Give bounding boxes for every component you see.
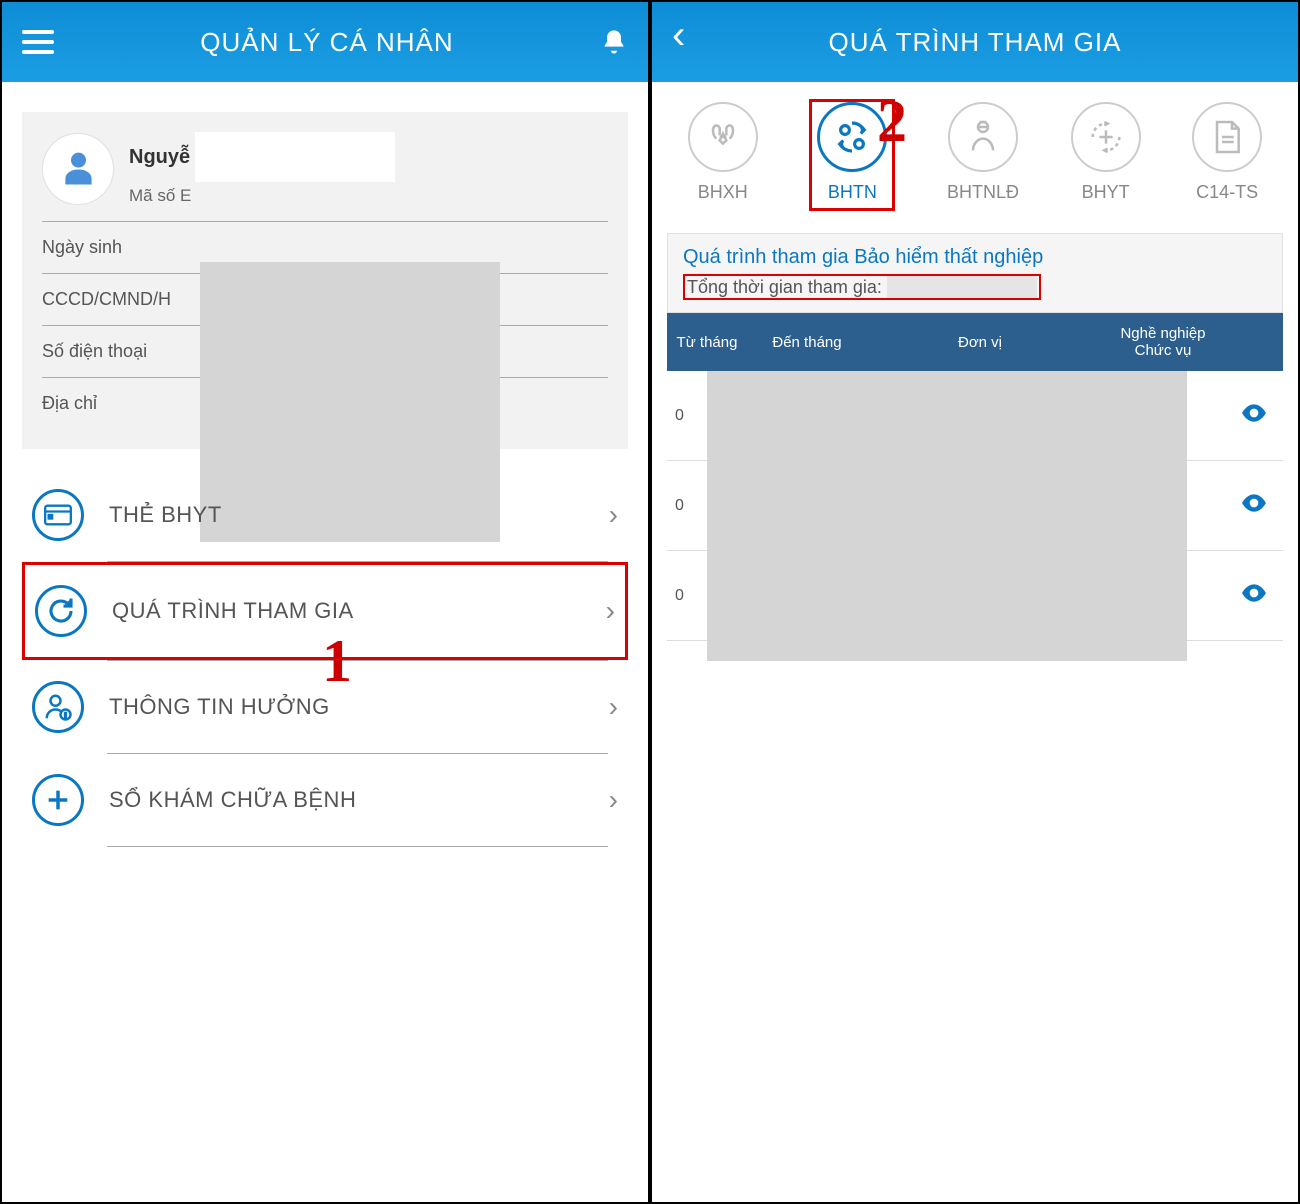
menu-icon[interactable] [22, 30, 54, 54]
redacted-area [887, 276, 1037, 298]
header: QUẢN LÝ CÁ NHÂN [2, 2, 648, 82]
section-subtitle: Tổng thời gian tham gia: [683, 274, 1041, 300]
screen-participation-history: ‹ QUÁ TRÌNH THAM GIA 2 BHXH [650, 0, 1300, 1204]
tab-bhyt[interactable]: BHYT [1071, 102, 1141, 208]
redacted-area [707, 371, 1187, 661]
tab-bhxh[interactable]: BHXH [688, 102, 758, 208]
tabs: BHXH BHTN BHTNLĐ [652, 82, 1298, 223]
table-header: Từ tháng Đến tháng Đơn vị Nghề nghiệp Ch… [667, 313, 1283, 371]
hands-icon [688, 102, 758, 172]
refresh-icon [35, 585, 87, 637]
menu-item-participation[interactable]: QUÁ TRÌNH THAM GIA › [22, 562, 628, 660]
chevron-right-icon: › [609, 499, 618, 531]
plus-icon [32, 774, 84, 826]
chevron-right-icon: › [609, 691, 618, 723]
back-icon[interactable]: ‹ [672, 25, 692, 60]
menu-list: THẺ BHYT › QUÁ TRÌNH THAM GIA › [2, 469, 648, 847]
participation-table: Từ tháng Đến tháng Đơn vị Nghề nghiệp Ch… [667, 313, 1283, 641]
annotation-number: 2 [877, 87, 907, 156]
header: ‹ QUÁ TRÌNH THAM GIA [652, 2, 1298, 82]
eye-icon[interactable] [1233, 396, 1283, 435]
chevron-right-icon: › [609, 784, 618, 816]
tab-bhtnld[interactable]: BHTNLĐ [947, 102, 1019, 208]
person-info-icon: i [32, 681, 84, 733]
section-title: Quá trình tham gia Bảo hiểm thất nghiệp [683, 246, 1267, 269]
profile-name: Nguyễ [129, 132, 608, 182]
tab-c14ts[interactable]: C14-TS [1192, 102, 1262, 208]
page-title: QUẢN LÝ CÁ NHÂN [54, 27, 600, 58]
eye-icon[interactable] [1233, 486, 1283, 525]
chevron-right-icon: › [606, 595, 615, 627]
menu-item-medical-book[interactable]: SỔ KHÁM CHỮA BỆNH › [22, 754, 628, 846]
worker-icon [948, 102, 1018, 172]
screen-profile-management: QUẢN LÝ CÁ NHÂN Nguyễ Mã số E [0, 0, 650, 1204]
medical-cycle-icon [1071, 102, 1141, 172]
menu-item-bhyt-card[interactable]: THẺ BHYT › [22, 469, 628, 561]
avatar [42, 133, 114, 205]
section-header: Quá trình tham gia Bảo hiểm thất nghiệp … [667, 233, 1283, 313]
bell-icon[interactable] [600, 26, 628, 58]
page-title: QUÁ TRÌNH THAM GIA [692, 27, 1258, 58]
document-icon [1192, 102, 1262, 172]
eye-icon[interactable] [1233, 576, 1283, 615]
card-icon [32, 489, 84, 541]
redacted-area [195, 132, 395, 182]
profile-id-label: Mã số E [129, 186, 608, 206]
menu-item-benefits[interactable]: i THÔNG TIN HƯỞNG › [22, 661, 628, 753]
